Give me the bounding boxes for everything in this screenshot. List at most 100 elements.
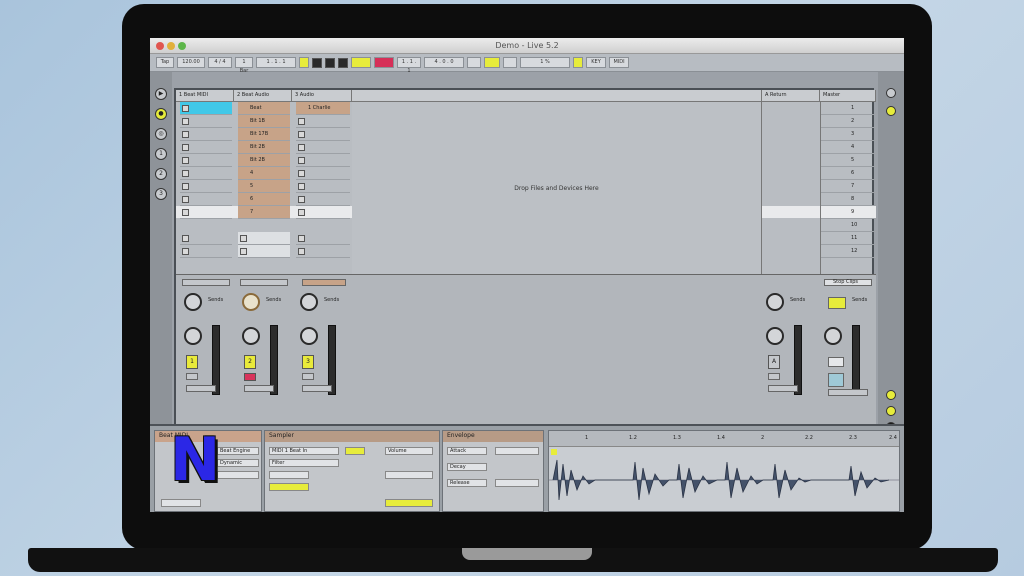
clip-slot[interactable]: 5 <box>238 180 290 193</box>
sample-waveform-display[interactable]: 1 1.2 1.3 1.4 2 2.2 2.3 2.4 <box>548 430 900 512</box>
master-cue-button[interactable] <box>828 297 846 309</box>
sends-toggle-icon[interactable] <box>886 390 896 400</box>
clip-slot[interactable] <box>180 193 232 206</box>
master-header[interactable]: Master <box>820 90 876 102</box>
clip-slot[interactable] <box>296 232 350 245</box>
solo-button[interactable] <box>186 373 198 380</box>
io-toggle-icon[interactable] <box>886 106 896 116</box>
scene-launch[interactable]: 9 <box>821 206 877 219</box>
device-field[interactable]: Release <box>447 479 487 487</box>
scene-launch[interactable]: 11 <box>821 232 877 245</box>
scene-launch[interactable]: 5 <box>821 154 877 167</box>
clip-slot[interactable] <box>296 141 350 154</box>
clip-slot[interactable] <box>296 206 350 219</box>
pan-knob[interactable] <box>300 327 318 345</box>
mixer-toggle-icon[interactable] <box>886 88 896 98</box>
arm-button[interactable] <box>374 57 394 68</box>
clip-slot[interactable] <box>296 245 350 258</box>
clip-slot[interactable] <box>180 128 232 141</box>
clip-slot[interactable] <box>296 128 350 141</box>
device-title[interactable]: Envelope <box>443 431 543 442</box>
io-select[interactable] <box>244 385 274 392</box>
clip-stop-button[interactable] <box>182 279 230 286</box>
play-button[interactable] <box>312 57 322 68</box>
clip-slot[interactable] <box>296 180 350 193</box>
midi-map-button[interactable]: MIDI <box>609 57 629 68</box>
clip-stop-icon[interactable] <box>240 248 247 255</box>
record-button[interactable] <box>338 57 348 68</box>
quantize-select[interactable]: 1 Bar <box>235 57 253 74</box>
clip-stop-icon[interactable] <box>182 170 189 177</box>
arrangement-position[interactable]: 1 . 1 . 1 <box>256 57 296 68</box>
clip-stop-icon[interactable] <box>182 157 189 164</box>
io-select[interactable] <box>768 385 798 392</box>
track-activator-button[interactable]: 3 <box>302 355 314 369</box>
clip-slot[interactable] <box>296 154 350 167</box>
pan-knob[interactable] <box>184 327 202 345</box>
clip-stop-icon[interactable] <box>298 157 305 164</box>
device-field[interactable] <box>161 499 201 507</box>
start-marker[interactable] <box>551 449 557 455</box>
return-header[interactable]: A Return <box>762 90 820 102</box>
clip-stop-icon[interactable] <box>182 118 189 125</box>
pan-knob[interactable] <box>824 327 842 345</box>
clip-slot[interactable]: 4 <box>238 167 290 180</box>
returns-toggle-icon[interactable] <box>886 406 896 416</box>
clip-slot[interactable] <box>296 193 350 206</box>
overdub-button[interactable] <box>351 57 371 68</box>
cue-out-button[interactable] <box>828 373 844 387</box>
solo-button[interactable] <box>768 373 780 380</box>
file-browser-icon-1[interactable]: ◎ <box>155 128 167 140</box>
track-header-2[interactable]: 2 Beat Audio <box>234 90 292 102</box>
browser-toggle-icon[interactable]: ▶ <box>155 88 167 100</box>
device-field[interactable]: Volume <box>385 447 433 455</box>
clip-stop-icon[interactable] <box>298 170 305 177</box>
clip-stop-icon[interactable] <box>182 209 189 216</box>
loop-button[interactable] <box>484 57 500 68</box>
io-select[interactable] <box>828 389 868 396</box>
loop-start-field[interactable]: 1 . 1 . 1 <box>397 57 421 74</box>
track-activator-button[interactable]: 1 <box>186 355 198 369</box>
clip-slot[interactable] <box>238 245 290 258</box>
clip-slot[interactable] <box>180 206 232 219</box>
clip-slot[interactable]: Bit 2B <box>238 154 290 167</box>
send-a-knob[interactable] <box>184 293 202 311</box>
meter-field[interactable]: 4 / 4 <box>208 57 232 68</box>
device-browser-icon[interactable]: ● <box>155 108 167 120</box>
send-a-knob[interactable] <box>300 293 318 311</box>
clip-launch-icon[interactable] <box>182 105 189 112</box>
device-field[interactable] <box>269 471 309 479</box>
clip-slot[interactable]: Bit 2B <box>238 141 290 154</box>
device-field[interactable] <box>385 471 433 479</box>
pan-knob[interactable] <box>242 327 260 345</box>
clip-slot[interactable] <box>238 232 290 245</box>
scene-launch[interactable]: 4 <box>821 141 877 154</box>
track-header-3[interactable]: 3 Audio <box>292 90 352 102</box>
clip-stop-icon[interactable] <box>182 235 189 242</box>
clip-slot[interactable] <box>180 141 232 154</box>
key-map-indicator[interactable] <box>573 57 583 68</box>
device-field[interactable]: Filter <box>269 459 339 467</box>
clip-stop-icon[interactable] <box>298 144 305 151</box>
clip-stop-icon[interactable] <box>298 131 305 138</box>
loop-length-field[interactable]: 4 . 0 . 0 <box>424 57 464 68</box>
scene-launch[interactable]: 8 <box>821 193 877 206</box>
clip-stop-icon[interactable] <box>298 248 305 255</box>
clip-slot[interactable]: 6 <box>238 193 290 206</box>
clip-slot[interactable] <box>180 102 232 115</box>
arm-record-button[interactable] <box>244 373 256 381</box>
clip-stop-button[interactable] <box>302 279 346 286</box>
pan-knob[interactable] <box>766 327 784 345</box>
clip-stop-icon[interactable] <box>298 196 305 203</box>
device-title[interactable]: Sampler <box>265 431 439 442</box>
file-browser-icon-2[interactable]: 1 <box>155 148 167 160</box>
tempo-field[interactable]: 120.00 <box>177 57 205 68</box>
key-map-button[interactable]: KEY <box>586 57 606 68</box>
punch-out-button[interactable] <box>503 57 517 68</box>
send-a-knob[interactable] <box>766 293 784 311</box>
track-header-1[interactable]: 1 Beat MIDI <box>176 90 234 102</box>
device-field[interactable] <box>495 479 539 487</box>
scene-launch[interactable]: 1 <box>821 102 877 115</box>
track-activator-button[interactable]: A <box>768 355 780 369</box>
clip-slot[interactable] <box>180 232 232 245</box>
